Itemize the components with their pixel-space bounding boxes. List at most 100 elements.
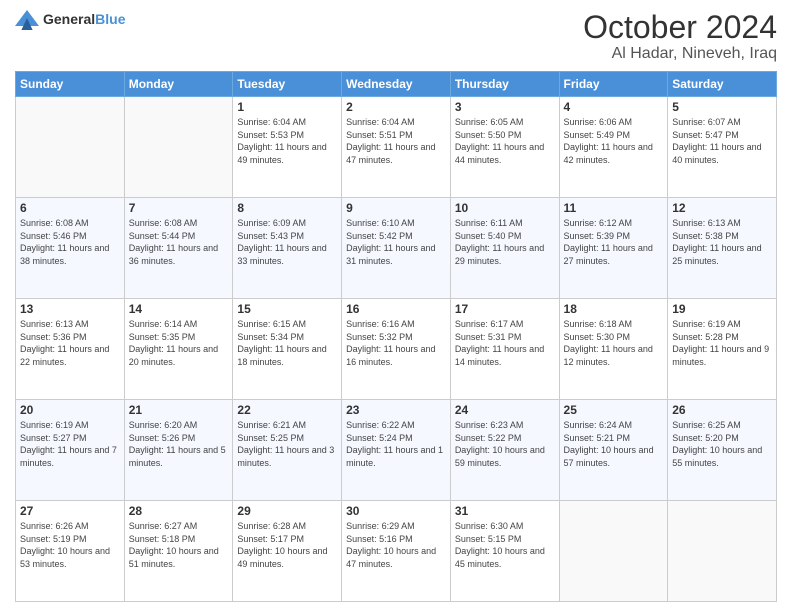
- day-info: Sunrise: 6:17 AM Sunset: 5:31 PM Dayligh…: [455, 318, 555, 368]
- day-cell: 19Sunrise: 6:19 AM Sunset: 5:28 PM Dayli…: [668, 299, 777, 400]
- logo: GeneralBlue: [15, 10, 125, 30]
- day-number: 24: [455, 403, 555, 417]
- day-cell: 26 Sunrise: 6:25 AM Sunset: 5:20 PM Dayli…: [668, 400, 777, 501]
- day-info: Sunrise: 6:28 AM Sunset: 5:17 PM Dayligh…: [237, 520, 337, 570]
- day-number: 10: [455, 201, 555, 215]
- day-number: 7: [129, 201, 229, 215]
- day-cell: [559, 501, 668, 602]
- day-info: Sunrise: 6:16 AM Sunset: 5:32 PM Dayligh…: [346, 318, 446, 368]
- weekday-header-row: Sunday Monday Tuesday Wednesday Thursday…: [16, 72, 777, 97]
- day-cell: 2 Sunrise: 6:04 AM Sunset: 5:51 PM Daylig…: [342, 97, 451, 198]
- calendar-table: Sunday Monday Tuesday Wednesday Thursday…: [15, 71, 777, 602]
- day-info: Sunrise: 6:29 AM Sunset: 5:16 PM Dayligh…: [346, 520, 446, 570]
- day-cell: [16, 97, 125, 198]
- day-info: Sunrise: 6:19 AM Sunset: 5:27 PM Dayligh…: [20, 419, 120, 469]
- week-row-2: 6Sunrise: 6:08 AM Sunset: 5:46 PM Daylig…: [16, 198, 777, 299]
- day-info: Sunrise: 6:27 AM Sunset: 5:18 PM Dayligh…: [129, 520, 229, 570]
- day-number: 26: [672, 403, 772, 417]
- day-number: 20: [20, 403, 120, 417]
- day-info: Sunrise: 6:19 AM Sunset: 5:28 PM Dayligh…: [672, 318, 772, 368]
- day-cell: 1 Sunrise: 6:04 AM Sunset: 5:53 PM Daylig…: [233, 97, 342, 198]
- day-number: 9: [346, 201, 446, 215]
- day-cell: 27 Sunrise: 6:26 AM Sunset: 5:19 PM Dayli…: [16, 501, 125, 602]
- day-info: Sunrise: 6:08 AM Sunset: 5:46 PM Dayligh…: [20, 217, 120, 267]
- day-number: 17: [455, 302, 555, 316]
- day-number: 28: [129, 504, 229, 518]
- header-wednesday: Wednesday: [342, 72, 451, 97]
- day-cell: 8Sunrise: 6:09 AM Sunset: 5:43 PM Daylig…: [233, 198, 342, 299]
- day-number: 23: [346, 403, 446, 417]
- day-number: 5: [672, 100, 772, 114]
- day-info: Sunrise: 6:21 AM Sunset: 5:25 PM Dayligh…: [237, 419, 337, 469]
- day-info: Sunrise: 6:12 AM Sunset: 5:39 PM Dayligh…: [564, 217, 664, 267]
- day-cell: 3 Sunrise: 6:05 AM Sunset: 5:50 PM Daylig…: [450, 97, 559, 198]
- day-info: Sunrise: 6:25 AM Sunset: 5:20 PM Dayligh…: [672, 419, 772, 469]
- page: GeneralBlue October 2024 Al Hadar, Ninev…: [0, 0, 792, 612]
- header-sunday: Sunday: [16, 72, 125, 97]
- day-info: Sunrise: 6:11 AM Sunset: 5:40 PM Dayligh…: [455, 217, 555, 267]
- day-info: Sunrise: 6:04 AM Sunset: 5:51 PM Dayligh…: [346, 116, 446, 166]
- day-info: Sunrise: 6:26 AM Sunset: 5:19 PM Dayligh…: [20, 520, 120, 570]
- header-thursday: Thursday: [450, 72, 559, 97]
- day-cell: 16 Sunrise: 6:16 AM Sunset: 5:32 PM Dayli…: [342, 299, 451, 400]
- header-friday: Friday: [559, 72, 668, 97]
- day-info: Sunrise: 6:30 AM Sunset: 5:15 PM Dayligh…: [455, 520, 555, 570]
- day-cell: 30 Sunrise: 6:29 AM Sunset: 5:16 PM Dayli…: [342, 501, 451, 602]
- day-number: 11: [564, 201, 664, 215]
- day-cell: 28 Sunrise: 6:27 AM Sunset: 5:18 PM Dayli…: [124, 501, 233, 602]
- day-info: Sunrise: 6:07 AM Sunset: 5:47 PM Dayligh…: [672, 116, 772, 166]
- day-cell: 5 Sunrise: 6:07 AM Sunset: 5:47 PM Daylig…: [668, 97, 777, 198]
- day-info: Sunrise: 6:14 AM Sunset: 5:35 PM Dayligh…: [129, 318, 229, 368]
- day-number: 30: [346, 504, 446, 518]
- day-cell: 15 Sunrise: 6:15 AM Sunset: 5:34 PM Dayli…: [233, 299, 342, 400]
- header: GeneralBlue October 2024 Al Hadar, Ninev…: [15, 10, 777, 63]
- day-number: 31: [455, 504, 555, 518]
- day-info: Sunrise: 6:05 AM Sunset: 5:50 PM Dayligh…: [455, 116, 555, 166]
- day-cell: 22 Sunrise: 6:21 AM Sunset: 5:25 PM Dayli…: [233, 400, 342, 501]
- day-info: Sunrise: 6:13 AM Sunset: 5:38 PM Dayligh…: [672, 217, 772, 267]
- day-info: Sunrise: 6:10 AM Sunset: 5:42 PM Dayligh…: [346, 217, 446, 267]
- header-tuesday: Tuesday: [233, 72, 342, 97]
- day-cell: 17 Sunrise: 6:17 AM Sunset: 5:31 PM Dayli…: [450, 299, 559, 400]
- day-info: Sunrise: 6:23 AM Sunset: 5:22 PM Dayligh…: [455, 419, 555, 469]
- day-info: Sunrise: 6:24 AM Sunset: 5:21 PM Dayligh…: [564, 419, 664, 469]
- week-row-5: 27 Sunrise: 6:26 AM Sunset: 5:19 PM Dayli…: [16, 501, 777, 602]
- logo-icon: [15, 10, 39, 30]
- day-number: 2: [346, 100, 446, 114]
- day-number: 13: [20, 302, 120, 316]
- day-cell: 6Sunrise: 6:08 AM Sunset: 5:46 PM Daylig…: [16, 198, 125, 299]
- header-saturday: Saturday: [668, 72, 777, 97]
- day-cell: 7 Sunrise: 6:08 AM Sunset: 5:44 PM Daylig…: [124, 198, 233, 299]
- logo-general: GeneralBlue: [43, 11, 125, 29]
- day-cell: 23 Sunrise: 6:22 AM Sunset: 5:24 PM Dayli…: [342, 400, 451, 501]
- day-cell: 11 Sunrise: 6:12 AM Sunset: 5:39 PM Dayli…: [559, 198, 668, 299]
- day-cell: 14 Sunrise: 6:14 AM Sunset: 5:35 PM Dayli…: [124, 299, 233, 400]
- day-number: 18: [564, 302, 664, 316]
- day-info: Sunrise: 6:18 AM Sunset: 5:30 PM Dayligh…: [564, 318, 664, 368]
- day-number: 22: [237, 403, 337, 417]
- day-cell: 29Sunrise: 6:28 AM Sunset: 5:17 PM Dayli…: [233, 501, 342, 602]
- day-info: Sunrise: 6:22 AM Sunset: 5:24 PM Dayligh…: [346, 419, 446, 469]
- day-cell: 24 Sunrise: 6:23 AM Sunset: 5:22 PM Dayli…: [450, 400, 559, 501]
- location-title: Al Hadar, Nineveh, Iraq: [583, 45, 777, 63]
- day-cell: 12 Sunrise: 6:13 AM Sunset: 5:38 PM Dayli…: [668, 198, 777, 299]
- day-cell: 18 Sunrise: 6:18 AM Sunset: 5:30 PM Dayli…: [559, 299, 668, 400]
- day-info: Sunrise: 6:20 AM Sunset: 5:26 PM Dayligh…: [129, 419, 229, 469]
- day-number: 15: [237, 302, 337, 316]
- day-info: Sunrise: 6:04 AM Sunset: 5:53 PM Dayligh…: [237, 116, 337, 166]
- day-cell: 20 Sunrise: 6:19 AM Sunset: 5:27 PM Dayli…: [16, 400, 125, 501]
- week-row-3: 13Sunrise: 6:13 AM Sunset: 5:36 PM Dayli…: [16, 299, 777, 400]
- day-number: 1: [237, 100, 337, 114]
- day-number: 16: [346, 302, 446, 316]
- day-info: Sunrise: 6:15 AM Sunset: 5:34 PM Dayligh…: [237, 318, 337, 368]
- day-number: 25: [564, 403, 664, 417]
- day-info: Sunrise: 6:08 AM Sunset: 5:44 PM Dayligh…: [129, 217, 229, 267]
- day-number: 12: [672, 201, 772, 215]
- day-cell: 25 Sunrise: 6:24 AM Sunset: 5:21 PM Dayli…: [559, 400, 668, 501]
- header-monday: Monday: [124, 72, 233, 97]
- day-info: Sunrise: 6:06 AM Sunset: 5:49 PM Dayligh…: [564, 116, 664, 166]
- day-number: 3: [455, 100, 555, 114]
- week-row-4: 20 Sunrise: 6:19 AM Sunset: 5:27 PM Dayli…: [16, 400, 777, 501]
- day-number: 14: [129, 302, 229, 316]
- day-number: 27: [20, 504, 120, 518]
